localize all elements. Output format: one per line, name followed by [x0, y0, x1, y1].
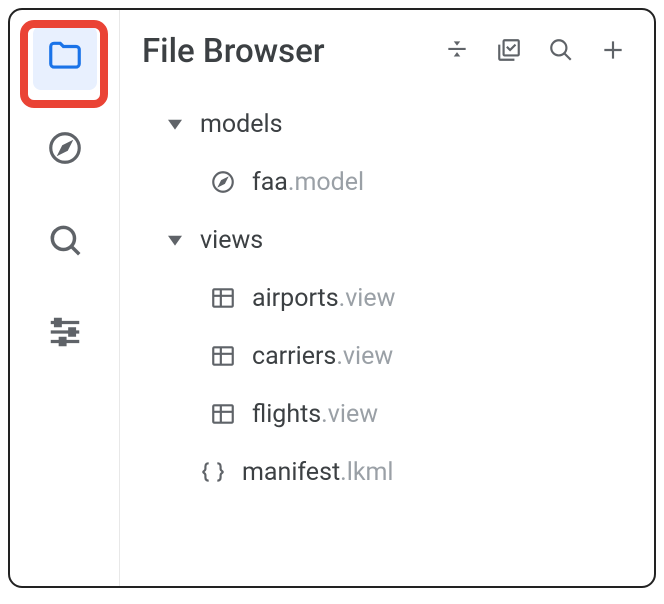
compass-icon [208, 167, 238, 197]
file-label: airports.view [252, 284, 395, 313]
tree-folder-models[interactable]: models [160, 95, 654, 153]
left-sidebar [10, 10, 120, 586]
table-icon [208, 399, 238, 429]
tree-file-faa-model[interactable]: faa.model [160, 153, 654, 211]
folder-label: views [200, 226, 263, 255]
tree-file-flights-view[interactable]: flights.view [160, 385, 654, 443]
main-panel: File Browser [120, 10, 654, 586]
collapse-button[interactable] [442, 37, 472, 67]
folder-label: models [200, 110, 283, 139]
plus-icon [600, 37, 626, 67]
sidebar-item-settings[interactable] [33, 302, 97, 366]
collapse-icon [444, 37, 470, 67]
compass-icon [46, 129, 84, 171]
tree-folder-views[interactable]: views [160, 211, 654, 269]
folder-icon [46, 37, 84, 79]
file-label: flights.view [252, 400, 378, 429]
search-icon [548, 37, 574, 67]
bulk-check-icon [496, 37, 522, 67]
sidebar-item-object-browser[interactable] [33, 118, 97, 182]
history-icon [46, 221, 84, 263]
chevron-down-icon [164, 113, 186, 135]
sidebar-item-git-history[interactable] [33, 210, 97, 274]
sliders-icon [46, 313, 84, 355]
file-label: manifest.lkml [242, 458, 394, 487]
panel-title: File Browser [142, 32, 442, 71]
bulk-check-button[interactable] [494, 37, 524, 67]
braces-icon [198, 457, 228, 487]
tree-file-carriers-view[interactable]: carriers.view [160, 327, 654, 385]
tree-file-manifest-lkml[interactable]: manifest.lkml [160, 443, 654, 501]
tree-file-airports-view[interactable]: airports.view [160, 269, 654, 327]
file-label: faa.model [252, 168, 364, 197]
chevron-down-icon [164, 229, 186, 251]
sidebar-item-file-browser[interactable] [33, 26, 97, 90]
file-browser-panel: File Browser [8, 8, 656, 588]
file-tree: models faa.model views airports.view [120, 85, 654, 501]
add-button[interactable] [598, 37, 628, 67]
search-button[interactable] [546, 37, 576, 67]
toolbar [442, 37, 628, 67]
table-icon [208, 283, 238, 313]
table-icon [208, 341, 238, 371]
panel-header: File Browser [120, 10, 654, 85]
file-label: carriers.view [252, 342, 393, 371]
